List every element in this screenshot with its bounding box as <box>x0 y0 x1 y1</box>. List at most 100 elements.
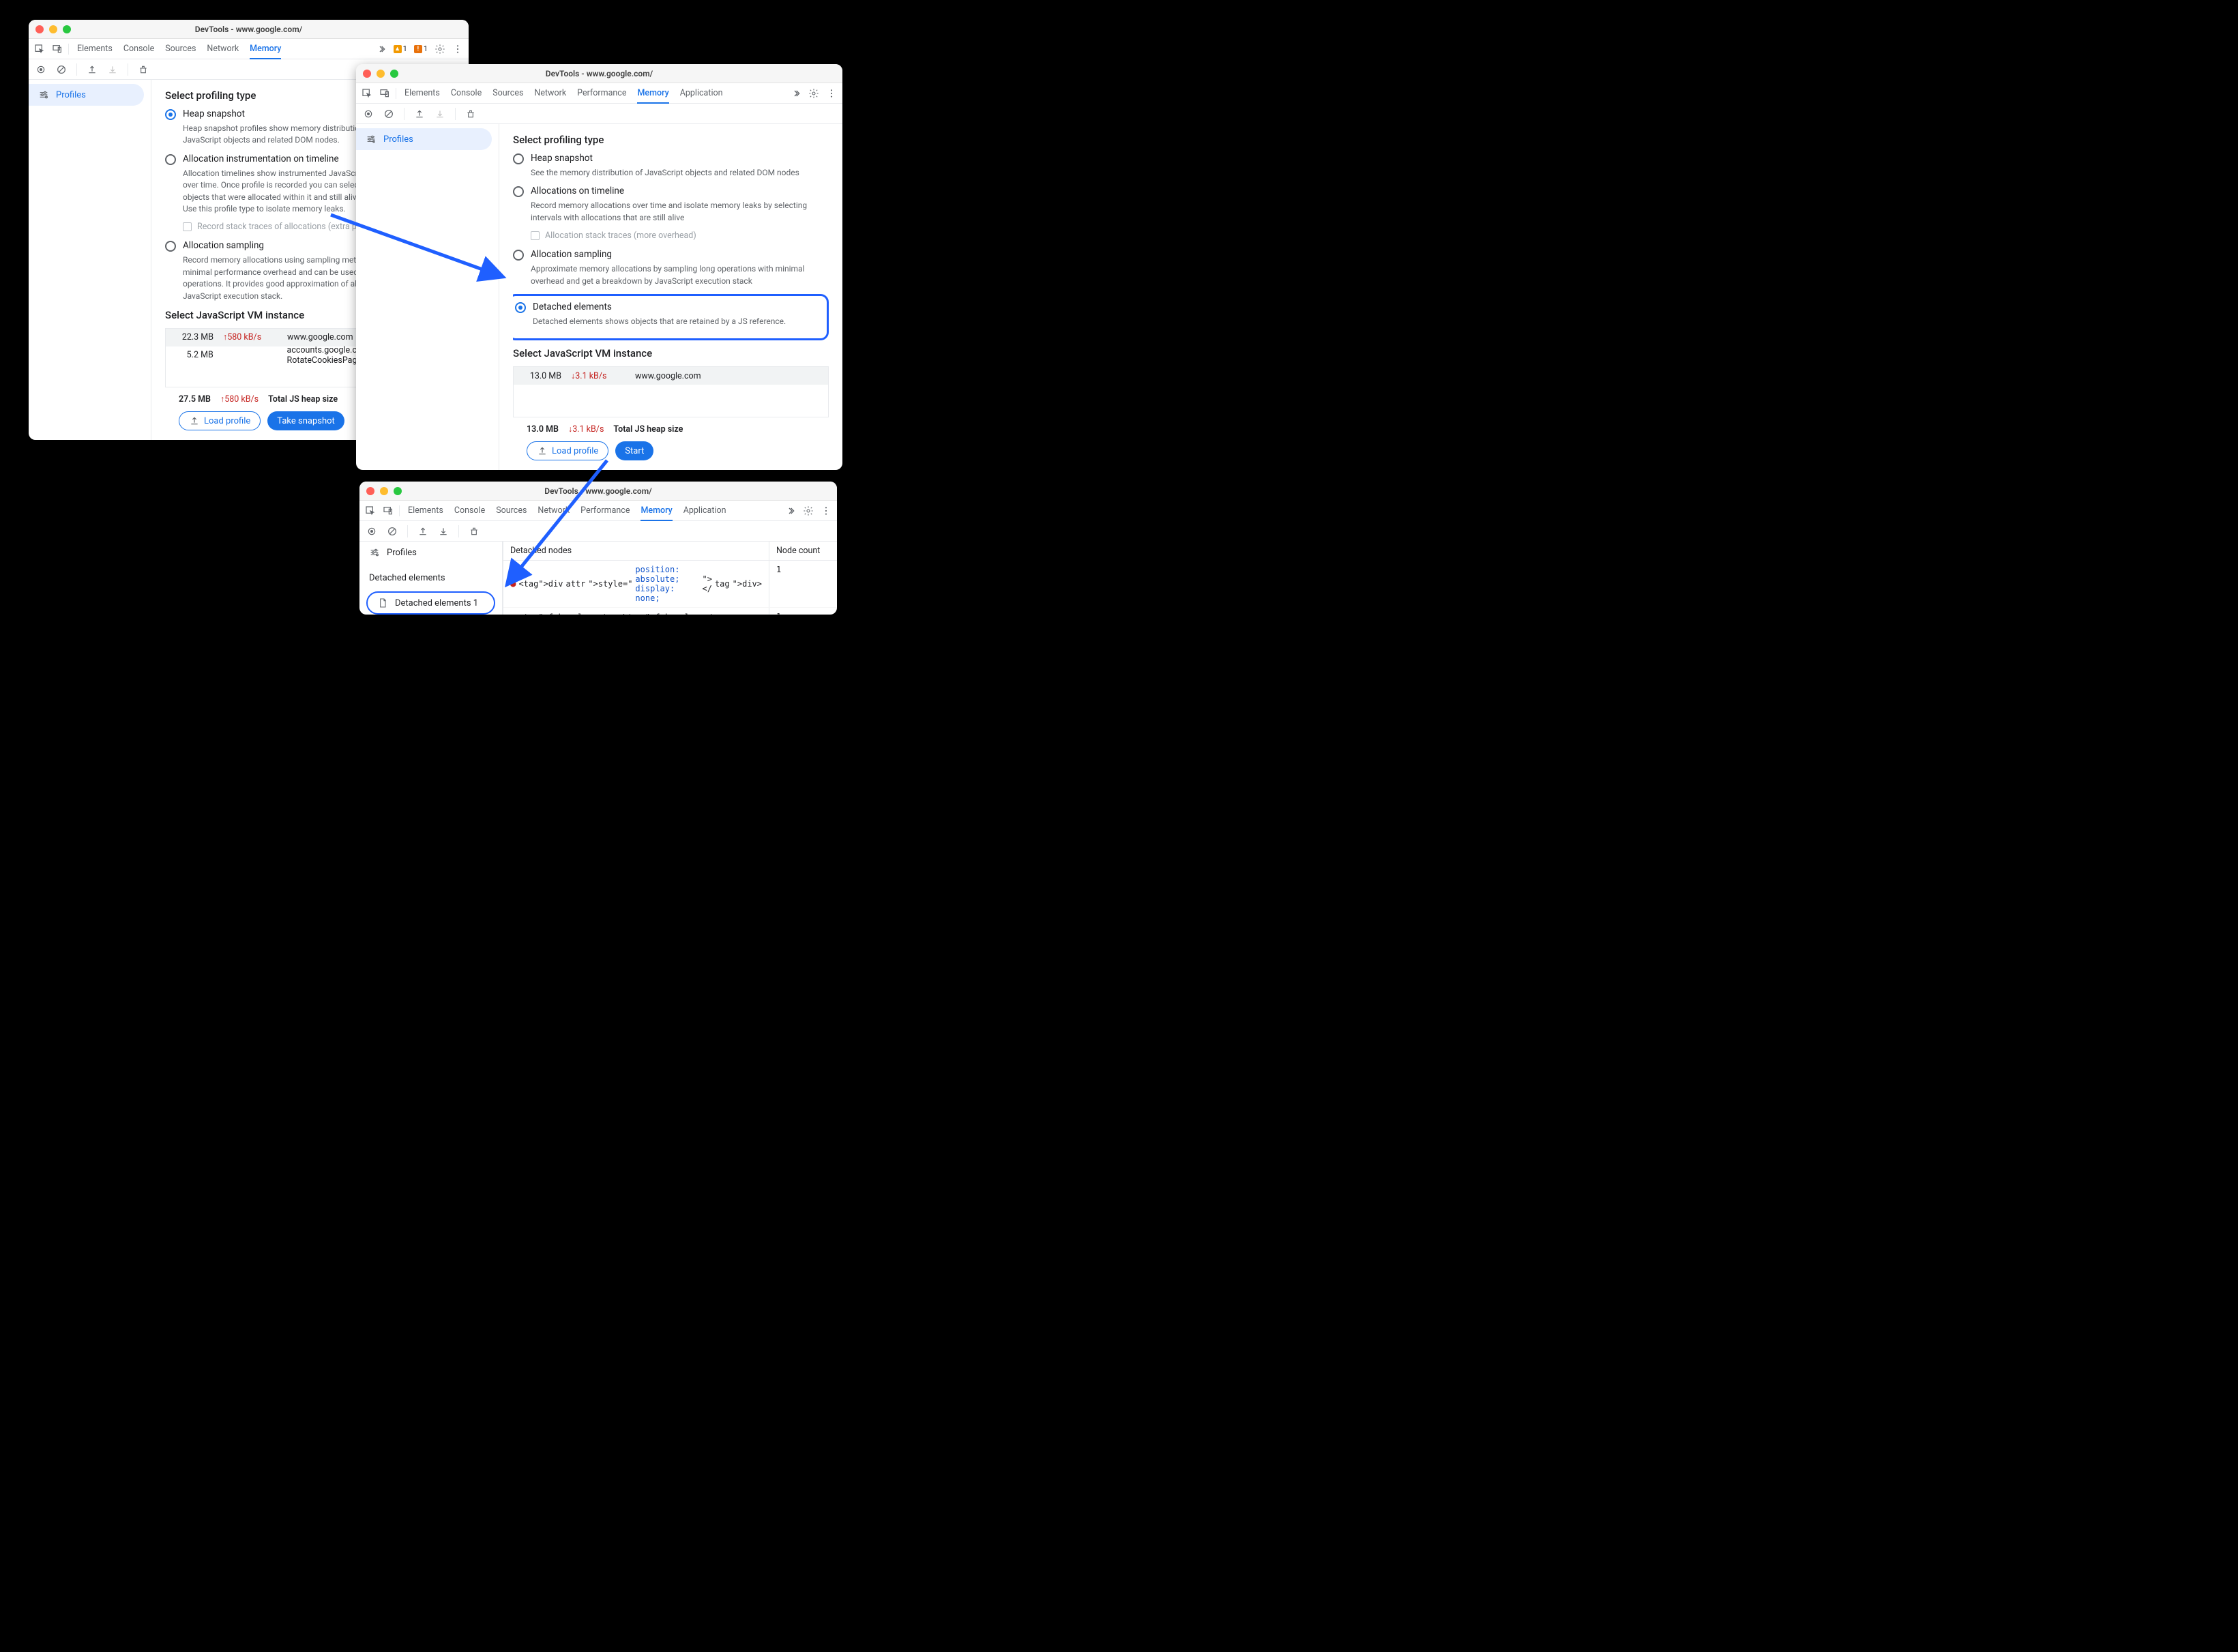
profile-item-detached-1[interactable]: Detached elements 1 <box>366 591 495 615</box>
gc-icon[interactable] <box>469 526 480 537</box>
device-icon[interactable] <box>52 44 63 55</box>
more-tabs-icon[interactable] <box>785 505 796 516</box>
traffic-lights[interactable] <box>366 487 402 495</box>
vm-size: 5.2 MB <box>173 350 214 360</box>
minimize-icon[interactable] <box>49 25 57 33</box>
maximize-icon[interactable] <box>394 487 402 495</box>
tab-memory[interactable]: Memory <box>637 88 668 104</box>
upload-icon <box>189 415 200 426</box>
record-icon[interactable] <box>363 108 374 119</box>
traffic-lights[interactable] <box>363 70 398 78</box>
gc-icon[interactable] <box>465 108 476 119</box>
radio-icon[interactable] <box>513 250 524 261</box>
inspect-icon[interactable] <box>362 88 372 99</box>
col-detached-nodes[interactable]: Detached nodes <box>503 542 769 560</box>
minimize-icon[interactable] <box>377 70 385 78</box>
close-icon[interactable] <box>35 25 44 33</box>
traffic-lights[interactable] <box>35 25 71 33</box>
warnings-badge[interactable]: ▲1 <box>394 44 407 53</box>
tab-application[interactable]: Application <box>680 88 723 98</box>
tab-performance[interactable]: Performance <box>577 88 626 98</box>
radio-icon[interactable] <box>165 241 176 252</box>
tab-network[interactable]: Network <box>534 88 566 98</box>
tab-sources[interactable]: Sources <box>492 88 523 98</box>
errors-badge[interactable]: !1 <box>414 44 428 53</box>
profiling-option[interactable]: Allocations on timeline <box>513 186 829 197</box>
clear-icon[interactable] <box>56 64 67 75</box>
close-icon[interactable] <box>363 70 371 78</box>
radio-icon[interactable] <box>165 154 176 165</box>
inspect-icon[interactable] <box>365 505 376 516</box>
profile-item-label: Detached elements 1 <box>395 598 478 608</box>
kebab-icon[interactable] <box>826 88 837 99</box>
tab-application[interactable]: Application <box>683 505 726 516</box>
gc-icon[interactable] <box>138 64 149 75</box>
tab-console[interactable]: Console <box>123 44 154 54</box>
start-button[interactable]: Start <box>615 441 653 460</box>
profiling-option[interactable]: Allocation sampling <box>513 249 829 261</box>
upload-icon[interactable] <box>414 108 425 119</box>
upload-icon[interactable] <box>417 526 428 537</box>
vm-rate: ↓3.1 kB/s <box>571 371 625 381</box>
tab-console[interactable]: Console <box>454 505 485 516</box>
settings-icon[interactable] <box>435 44 445 55</box>
tab-elements[interactable]: Elements <box>77 44 113 54</box>
download-icon[interactable] <box>438 526 449 537</box>
load-profile-button[interactable]: Load profile <box>527 441 608 460</box>
radio-icon[interactable] <box>513 186 524 197</box>
titlebar: DevTools - www.google.com/ <box>359 482 837 501</box>
minimize-icon[interactable] <box>380 487 388 495</box>
clear-icon[interactable] <box>383 108 394 119</box>
inspect-icon[interactable] <box>34 44 45 55</box>
tab-elements[interactable]: Elements <box>408 505 443 516</box>
stack-traces-checkbox[interactable]: Allocation stack traces (more overhead) <box>531 231 829 241</box>
profiling-option[interactable]: Heap snapshot <box>513 153 829 164</box>
more-tabs-icon[interactable] <box>791 88 801 99</box>
kebab-icon[interactable] <box>452 44 463 55</box>
tab-sources[interactable]: Sources <box>496 505 527 516</box>
checkbox-icon[interactable] <box>183 222 192 231</box>
document-icon <box>377 598 388 608</box>
sidebar: Profiles <box>29 80 151 440</box>
radio-icon[interactable] <box>165 109 176 120</box>
sidebar-item-profiles[interactable]: Profiles <box>29 84 144 106</box>
vm-host: www.google.com <box>287 332 353 342</box>
settings-icon[interactable] <box>803 505 814 516</box>
tab-network[interactable]: Network <box>207 44 239 54</box>
tab-console[interactable]: Console <box>451 88 482 98</box>
take-snapshot-button[interactable]: Take snapshot <box>267 411 344 430</box>
settings-icon[interactable] <box>808 88 819 99</box>
tab-elements[interactable]: Elements <box>404 88 440 98</box>
radio-icon[interactable] <box>515 302 526 313</box>
tab-memory[interactable]: Memory <box>641 505 672 521</box>
detached-node-row[interactable]: ●<tag">div attr">style="position: absolu… <box>503 561 837 608</box>
load-profile-button[interactable]: Load profile <box>179 411 261 430</box>
record-icon[interactable] <box>366 526 377 537</box>
kebab-icon[interactable] <box>821 505 831 516</box>
upload-icon[interactable] <box>87 64 98 75</box>
option-label: Allocation sampling <box>183 240 264 251</box>
titlebar: DevTools - www.google.com/ <box>356 64 842 83</box>
option-label: Heap snapshot <box>183 108 245 119</box>
window-title: DevTools - www.google.com/ <box>29 25 469 34</box>
device-icon[interactable] <box>379 88 390 99</box>
detached-node-row[interactable]: ●<tag">fake-element></tag">fake-element>… <box>503 608 837 615</box>
col-node-count[interactable]: Node count <box>769 542 837 560</box>
device-icon[interactable] <box>383 505 394 516</box>
tab-memory[interactable]: Memory <box>250 44 281 59</box>
record-icon[interactable] <box>35 64 46 75</box>
sidebar-item-profiles[interactable]: Profiles <box>359 542 502 563</box>
maximize-icon[interactable] <box>390 70 398 78</box>
radio-icon[interactable] <box>513 153 524 164</box>
clear-icon[interactable] <box>387 526 398 537</box>
profiling-option[interactable]: Detached elements <box>515 301 820 313</box>
tab-network[interactable]: Network <box>538 505 570 516</box>
tab-sources[interactable]: Sources <box>165 44 196 54</box>
sidebar-item-profiles[interactable]: Profiles <box>356 128 492 150</box>
tab-performance[interactable]: Performance <box>580 505 630 516</box>
vm-instance-row[interactable]: 13.0 MB↓3.1 kB/swww.google.com <box>514 367 828 385</box>
maximize-icon[interactable] <box>63 25 71 33</box>
close-icon[interactable] <box>366 487 374 495</box>
checkbox-icon[interactable] <box>531 231 540 240</box>
more-tabs-icon[interactable] <box>376 44 387 55</box>
